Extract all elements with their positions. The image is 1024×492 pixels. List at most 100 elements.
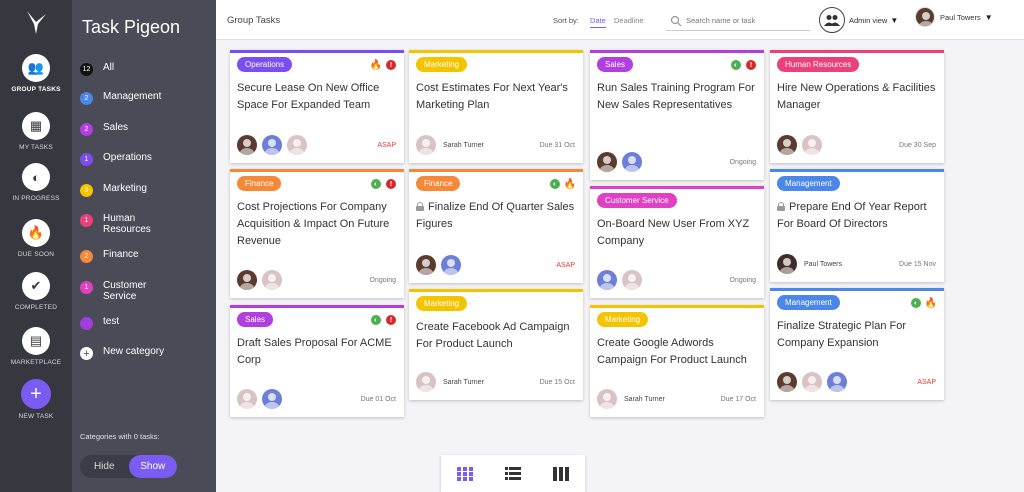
category-label: Sales: [103, 122, 129, 133]
category-badge: Operations: [237, 57, 293, 72]
task-card[interactable]: Marketing Create Google Adwords Campaign …: [590, 305, 764, 417]
category-operations[interactable]: 1 Operations: [80, 152, 214, 166]
task-card[interactable]: Human Resources Hire New Operations & Fac…: [770, 50, 944, 163]
avatar: [416, 372, 436, 392]
task-title: Run Sales Training Program For New Sales…: [597, 80, 756, 114]
task-card[interactable]: Marketing Cost Estimates For Next Year's …: [409, 50, 583, 163]
task-card[interactable]: Management Prepare End Of Year Report For…: [770, 169, 944, 282]
columns-view-icon: [553, 466, 569, 481]
task-title: Draft Sales Proposal For ACME Corp: [237, 335, 396, 369]
category-label: Human Resources: [103, 213, 151, 235]
user-name: Paul Towers: [940, 12, 981, 22]
task-status: Due 31 Oct: [539, 141, 575, 149]
task-card[interactable]: Finance ◐! Cost Projections For Company Ac…: [230, 169, 404, 298]
progress-icon: ◐: [371, 179, 381, 189]
category-badge: Finance: [416, 176, 461, 191]
category-marketing[interactable]: 3 Marketing: [80, 183, 214, 197]
avatar: [597, 152, 617, 172]
avatar: [802, 135, 822, 155]
new-task-button[interactable]: + NEW TASK: [0, 379, 72, 420]
category-customer-service[interactable]: 1 Customer Service: [80, 280, 214, 302]
category-all[interactable]: 12 All: [80, 62, 214, 76]
rail-item-label: MY TASKS: [19, 144, 53, 151]
assignee-name: Sarah Turner: [624, 395, 665, 403]
new-task-label: NEW TASK: [18, 413, 54, 420]
category-sales[interactable]: 2 Sales: [80, 122, 214, 136]
category-label: Finance: [103, 249, 139, 260]
task-card[interactable]: Operations 🔥! Secure Lease On New Office S…: [230, 50, 404, 163]
task-footer: Ongoing: [597, 152, 756, 172]
user-avatar: [915, 7, 935, 27]
task-card[interactable]: Customer Service On-Board New User From X…: [590, 186, 764, 298]
hide-button[interactable]: Hide: [80, 455, 129, 478]
task-title-text: Run Sales Training Program For New Sales…: [597, 82, 755, 111]
grid-view-button[interactable]: [457, 466, 473, 481]
rail-item-in-progress[interactable]: ◐ IN PROGRESS: [0, 163, 72, 202]
admin-view-menu[interactable]: Admin view ▼: [819, 7, 898, 33]
category-test[interactable]: test: [80, 316, 214, 330]
task-status: Due 17 Oct: [720, 395, 756, 403]
rail-item-label: DUE SOON: [17, 251, 55, 258]
sort-deadline-option[interactable]: Deadline: [614, 16, 644, 25]
rail-item-group-tasks[interactable]: 👥 GROUP TASKS: [0, 54, 72, 93]
task-card[interactable]: Management ◐ 🔥 Finalize Strategic Plan For …: [770, 288, 944, 400]
status-icons: 🔥!: [369, 59, 396, 71]
rail-item-marketplace[interactable]: ▤ MARKETPLACE: [0, 327, 72, 366]
category-new-category[interactable]: + New category: [80, 346, 214, 360]
assignee-name: Sarah Turner: [443, 141, 484, 149]
category-badge: Human Resources: [777, 57, 860, 72]
list-view-icon: [505, 466, 521, 480]
avatar: [416, 255, 436, 275]
category-count-badge: 2: [80, 250, 93, 263]
avatar: [416, 135, 436, 155]
task-footer: Ongoing: [237, 270, 396, 290]
group-icon: 👥: [22, 54, 50, 82]
category-count-badge: 2: [80, 123, 93, 136]
page-title: Group Tasks: [227, 15, 281, 26]
pigeon-logo-icon: [27, 11, 46, 34]
avatar: [777, 254, 797, 274]
user-menu[interactable]: Paul Towers ▼: [915, 7, 993, 27]
category-human-resources[interactable]: 1 Human Resources: [80, 213, 214, 235]
search-input[interactable]: [686, 16, 806, 25]
fire-icon: 🔥: [369, 59, 383, 71]
category-count-badge: +: [80, 347, 93, 360]
task-title-text: Cost Estimates For Next Year's Marketing…: [416, 82, 568, 111]
status-icons: ◐ 🔥: [911, 298, 937, 309]
task-title-text: Finalize Strategic Plan For Company Expa…: [777, 320, 906, 349]
category-management[interactable]: 2 Management: [80, 91, 214, 105]
task-status: Due 15 Nov: [899, 260, 936, 268]
app: 👥 GROUP TASKS ▦ MY TASKS ◐ IN PROGRESS 🔥 DUE SO…: [0, 0, 1024, 492]
search-icon: [670, 15, 682, 26]
task-status: Due 15 Oct: [539, 378, 575, 386]
progress-icon: ◐: [371, 315, 381, 325]
task-title: Finalize End Of Quarter Sales Figures: [416, 199, 575, 233]
task-title: Create Google Adwords Campaign For Produ…: [597, 335, 756, 369]
show-button[interactable]: Show: [128, 455, 177, 478]
task-card[interactable]: Marketing Create Facebook Ad Campaign For…: [409, 289, 583, 400]
avatar: [777, 372, 797, 392]
category-label: Operations: [103, 152, 152, 163]
category-badge: Customer Service: [597, 193, 677, 208]
zero-categories-toggle[interactable]: Hide Show: [80, 455, 177, 478]
task-status: ASAP: [377, 141, 396, 149]
rail-item-my-tasks[interactable]: ▦ MY TASKS: [0, 112, 72, 151]
task-card[interactable]: Finance ◐ 🔥 Finalize End Of Quarter Sales F…: [409, 169, 583, 283]
task-footer: ASAP: [416, 255, 575, 275]
list-view-button[interactable]: [505, 466, 521, 481]
sort-date-option[interactable]: Date: [590, 16, 606, 28]
columns-view-button[interactable]: [553, 466, 569, 481]
task-card[interactable]: Sales ◐! Draft Sales Proposal For ACME Cor…: [230, 305, 404, 417]
task-footer: Ongoing: [597, 270, 756, 290]
alert-icon: !: [386, 179, 396, 189]
task-title-text: Prepare End Of Year Report For Board Of …: [777, 201, 927, 230]
rail-item-due-soon[interactable]: 🔥 DUE SOON: [0, 219, 72, 258]
fire-icon: 🔥: [563, 178, 577, 190]
task-title-text: Finalize End Of Quarter Sales Figures: [416, 201, 575, 230]
task-footer: ASAP: [237, 135, 396, 155]
task-footer: Due 30 Sep: [777, 135, 936, 155]
search-box[interactable]: [666, 11, 810, 31]
rail-item-completed[interactable]: ✔ COMPLETED: [0, 272, 72, 311]
category-finance[interactable]: 2 Finance: [80, 249, 214, 263]
task-card[interactable]: Sales ◐! Run Sales Training Program For Ne…: [590, 50, 764, 180]
